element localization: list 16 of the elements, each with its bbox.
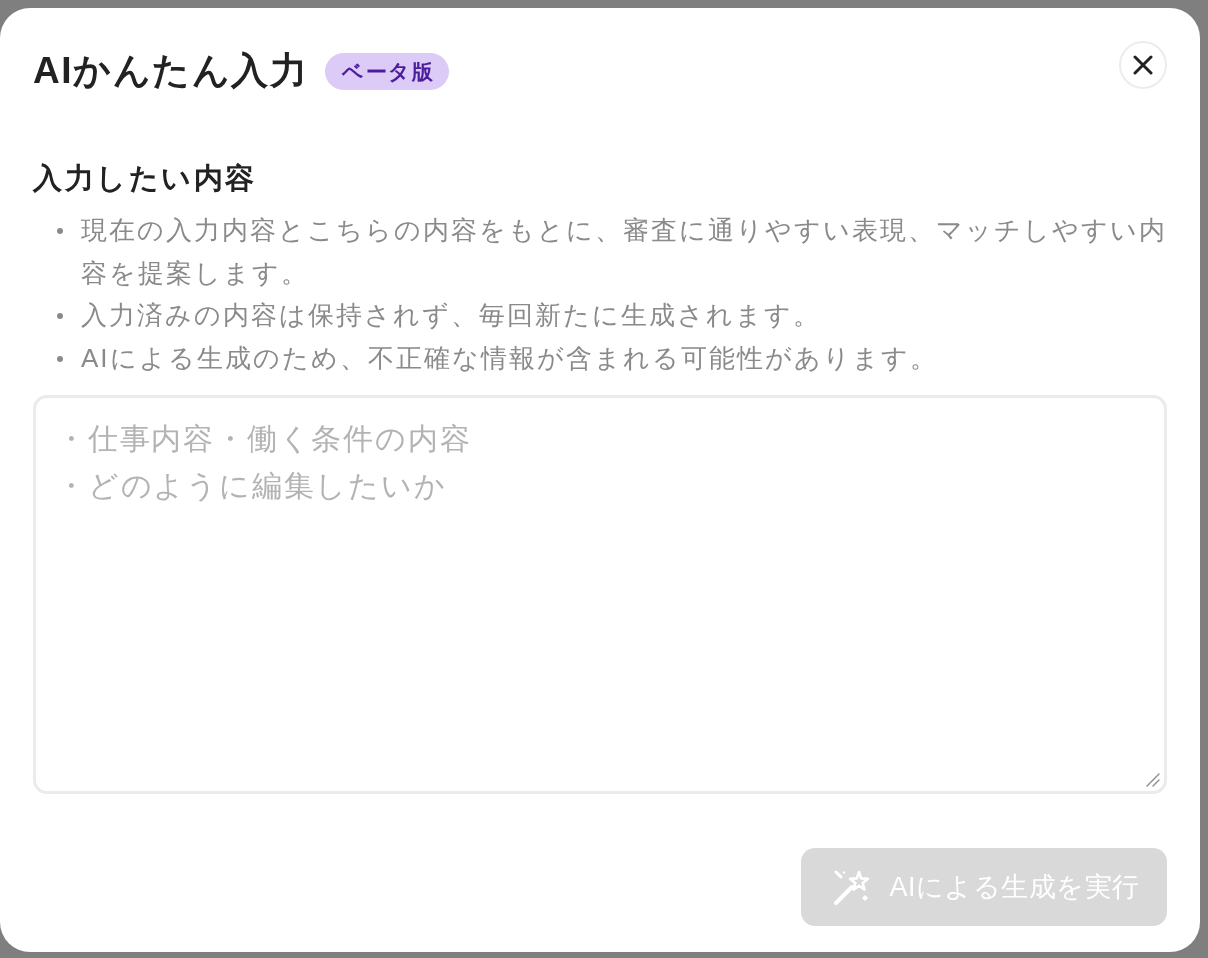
note-text: AIによる生成のため、不正確な情報が含まれる可能性があります。 [81,342,938,376]
bullet-icon [57,356,63,363]
bullet-icon [57,313,63,320]
input-field[interactable] [33,394,1167,794]
magic-wand-icon [833,868,872,905]
placeholder-text: ・仕事内容・働く条件の内容 [56,420,472,457]
beta-badge: ベータ版 [325,52,449,90]
placeholder-text: ・どのように編集したいか [56,467,448,504]
section-heading: 入力したい内容 [33,161,258,196]
resize-grip-icon[interactable] [1146,772,1160,787]
note-text: 入力済みの内容は保持されず、毎回新たに生成されます。 [81,299,821,333]
bullet-icon [57,228,63,234]
dialog-title: AIかんたん入力 [33,49,308,93]
close-icon [1133,55,1153,75]
close-button[interactable] [1119,41,1167,89]
note-text: 現在の入力内容とこちらの内容をもとに、審査に通りやすい表現、マッチしやすい内容を提案します。 [81,214,1167,290]
